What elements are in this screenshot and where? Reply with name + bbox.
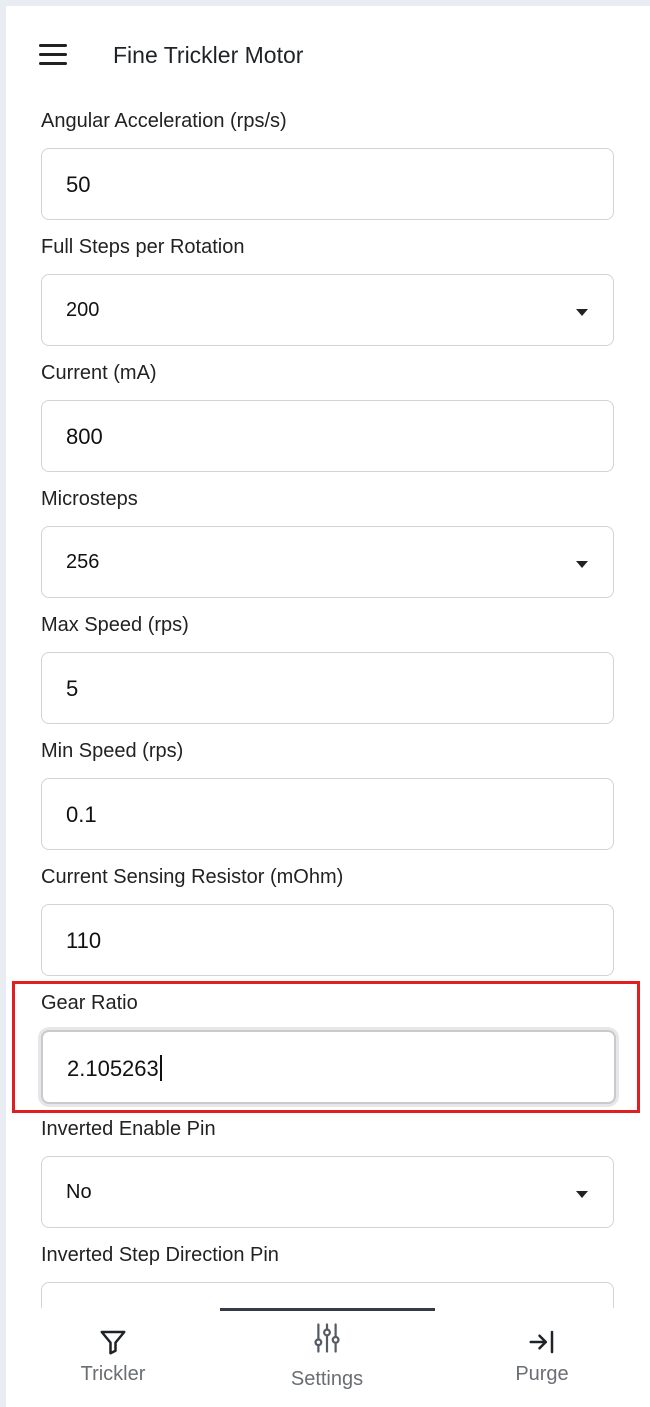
input-value: 0.1	[66, 802, 97, 827]
max-speed-input[interactable]: 5	[41, 652, 614, 724]
microsteps-select[interactable]: 256	[41, 526, 614, 598]
field-label: Current Sensing Resistor (mOhm)	[41, 866, 344, 888]
min-speed-input[interactable]: 0.1	[41, 778, 614, 850]
chevron-down-icon	[576, 309, 588, 316]
nav-purge[interactable]: Purge	[487, 1327, 597, 1386]
active-tab-indicator	[220, 1308, 435, 1311]
settings-form[interactable]: Angular Acceleration (rps/s) 50 Full Ste…	[6, 102, 650, 1308]
full-steps-select[interactable]: 200	[41, 274, 614, 346]
nav-label: Settings	[290, 1368, 364, 1390]
chevron-down-icon	[576, 1191, 588, 1198]
hamburger-menu-icon[interactable]	[39, 44, 67, 66]
text-cursor	[159, 1055, 162, 1081]
gear-ratio-input[interactable]: 2.105263	[41, 1030, 616, 1104]
login-arrow-icon	[529, 1330, 554, 1354]
input-value: 800	[66, 424, 103, 449]
current-input[interactable]: 800	[41, 400, 614, 472]
nav-settings[interactable]: Settings	[272, 1322, 382, 1391]
bottom-navigation: Trickler Settings Purge	[6, 1308, 650, 1407]
field-label: Microsteps	[41, 488, 138, 510]
nav-label: Purge	[515, 1363, 569, 1385]
select-value: No	[66, 1181, 92, 1203]
top-app-bar: Fine Trickler Motor	[6, 6, 650, 102]
angular-acceleration-input[interactable]: 50	[41, 148, 614, 220]
input-value: 110	[66, 928, 102, 953]
inverted-enable-pin-select[interactable]: No	[41, 1156, 614, 1228]
field-label: Min Speed (rps)	[41, 740, 184, 762]
nav-label: Trickler	[80, 1363, 146, 1385]
input-value: 2.105263	[67, 1055, 162, 1082]
funnel-icon	[100, 1330, 126, 1355]
field-label: Current (mA)	[41, 362, 157, 384]
nav-trickler[interactable]: Trickler	[58, 1327, 168, 1386]
field-label: Inverted Step Direction Pin	[41, 1244, 279, 1266]
select-value: 256	[66, 551, 100, 573]
chevron-down-icon	[576, 561, 588, 568]
select-value: 200	[66, 299, 100, 321]
input-value: 5	[66, 676, 79, 701]
current-sensing-resistor-input[interactable]: 110	[41, 904, 614, 976]
input-value: 50	[66, 172, 91, 197]
page-title: Fine Trickler Motor	[113, 42, 304, 68]
field-label: Angular Acceleration (rps/s)	[41, 110, 287, 132]
field-label: Max Speed (rps)	[41, 614, 189, 636]
sliders-icon	[314, 1323, 340, 1353]
field-label: Full Steps per Rotation	[41, 236, 245, 258]
field-label: Inverted Enable Pin	[41, 1118, 216, 1140]
field-label: Gear Ratio	[41, 992, 138, 1014]
app-panel: Fine Trickler Motor Angular Acceleration…	[6, 6, 650, 1407]
inverted-step-direction-pin-select[interactable]: No	[41, 1282, 614, 1308]
